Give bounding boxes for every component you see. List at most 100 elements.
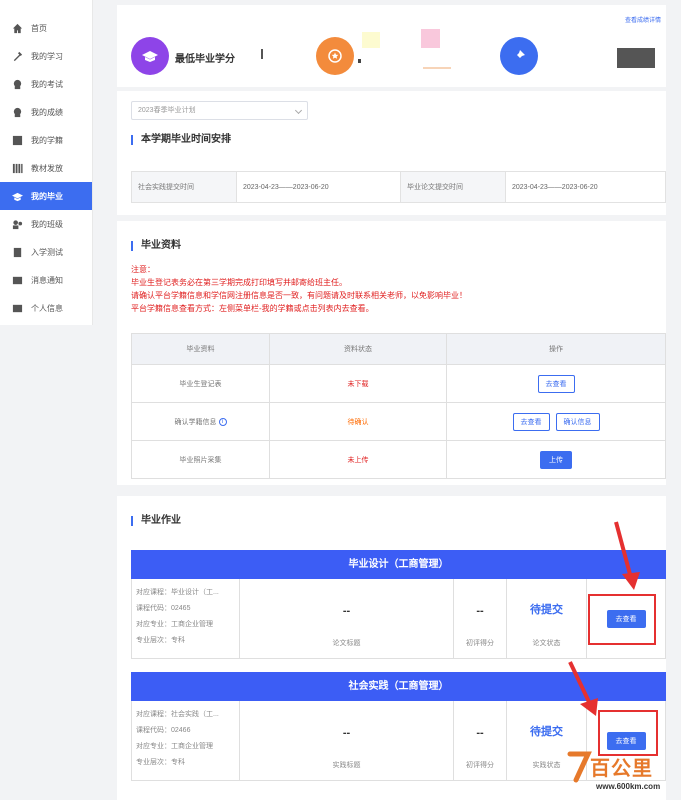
redacted-value [261, 49, 263, 59]
sidebar-item-label: 教材发放 [31, 163, 63, 173]
sidebar-item-study[interactable]: 我的学习 [0, 42, 92, 70]
sidebar-item-profile[interactable]: 个人信息 [0, 294, 92, 322]
topic-label: 论文标题 [332, 640, 361, 647]
upload-button[interactable]: 上传 [540, 450, 572, 469]
sidebar-item-test[interactable]: 入学测试 [0, 238, 92, 266]
plan-badge [500, 37, 538, 75]
thesis-label: 毕业论文提交时间 [401, 172, 506, 202]
record-icon [12, 135, 23, 146]
user-mail-icon [12, 303, 23, 314]
class-icon [12, 219, 23, 230]
table-row: 确认学籍信息 i 待确认 去查看 确认信息 [131, 402, 666, 441]
highlight-box [588, 594, 656, 645]
sidebar-item-graduation[interactable]: 我的毕业 [0, 182, 92, 210]
material-name: 确认学籍信息 i [131, 402, 270, 441]
course-info: 对应课程：社会实践（工... 课程代码：02466 对应专业：工商企业管理 专业… [132, 701, 240, 780]
practice-label: 社会实践提交时间 [132, 172, 237, 202]
course-major: 对应专业：工商企业管理 [136, 743, 213, 750]
sidebar-item-messages[interactable]: 消息通知 [0, 266, 92, 294]
sidebar-item-books[interactable]: 教材发放 [0, 154, 92, 182]
sidebar-item-label: 入学测试 [31, 247, 63, 257]
homework-card-heading: 毕业设计（工商管理） [131, 550, 666, 579]
sidebar-item-label: 消息通知 [31, 275, 63, 285]
watermark-brand: 百公里 [590, 758, 653, 780]
graduation-plan-panel: 2023春季毕业计划 本学期毕业时间安排 社会实践提交时间 2023-04-23… [117, 91, 666, 215]
materials-panel: 毕业资料 注意： 毕业生登记表务必在第三学期完成打印填写并邮寄给班主任。 请确认… [117, 221, 666, 485]
table-header-row: 毕业资料 资料状态 操作 [131, 333, 666, 365]
home-icon [12, 23, 23, 34]
sidebar-item-label: 我的学籍 [31, 135, 63, 145]
redacted-value [421, 29, 440, 48]
sidebar-item-class[interactable]: 我的班级 [0, 210, 92, 238]
view-button[interactable]: 去查看 [512, 412, 550, 431]
redacted-value [423, 67, 451, 69]
practice-range: 2023-04-23——2023-06-20 [237, 172, 401, 202]
sidebar-item-record[interactable]: 我的学籍 [0, 126, 92, 154]
material-actions: 上传 [446, 440, 666, 479]
topic-value: -- [342, 727, 351, 739]
column-header: 资料状态 [269, 333, 447, 365]
material-status: 未下载 [269, 364, 447, 403]
sidebar-item-label: 我的毕业 [31, 191, 63, 201]
notice-text: 注意： 毕业生登记表务必在第三学期完成打印填写并邮寄给班主任。 请确认平台学籍信… [131, 263, 467, 315]
sidebar-item-label: 我的考试 [31, 79, 63, 89]
credit-badge [316, 37, 354, 75]
schedule-title: 本学期毕业时间安排 [131, 135, 231, 145]
notice-line: 平台学籍信息查看方式：左侧菜单栏-我的学籍或点击列表内去查看。 [131, 304, 374, 313]
thesis-range: 2023-04-23——2023-06-20 [512, 183, 598, 191]
score-value: -- [476, 727, 484, 739]
sidebar: 首页 我的学习 我的考试 我的成绩 我的学籍 教材发放 我的毕业 我的班级 入学… [0, 0, 93, 325]
material-name: 毕业生登记表 [131, 364, 270, 403]
table-row: 毕业照片采集 未上传 上传 [131, 440, 666, 479]
view-score-details-link[interactable]: 查看成绩详情 [625, 15, 661, 24]
material-status: 未上传 [269, 440, 447, 479]
course-info: 对应课程：毕业设计（工... 课程代码：02465 对应专业：工商企业管理 专业… [132, 579, 240, 658]
arrow-annotation-icon [568, 661, 598, 716]
score-label: 初评得分 [466, 640, 494, 647]
tools-icon [12, 51, 23, 62]
material-name: 毕业照片采集 [131, 440, 270, 479]
material-name-text: 确认学籍信息 [174, 418, 217, 426]
graduation-cap-icon [12, 191, 23, 202]
notice-line: 毕业生登记表务必在第三学期完成打印填写并邮寄给班主任。 [131, 278, 347, 287]
topic-cell: -- 论文标题 [240, 579, 454, 658]
materials-table: 毕业资料 资料状态 操作 毕业生登记表 未下载 去查看 确认学籍信息 i 待确认 … [131, 333, 666, 479]
table-row: 毕业生登记表 未下载 去查看 [131, 364, 666, 403]
confirm-info-button[interactable]: 确认信息 [555, 412, 600, 431]
score-cell: -- 初评得分 [454, 701, 507, 780]
redacted-value [617, 48, 655, 68]
status-label: 论文状态 [532, 640, 561, 647]
watermark-logo: 百公里 www.600km.com [566, 748, 681, 800]
course-major: 对应专业：工商企业管理 [136, 621, 213, 628]
course-name: 对应课程：社会实践（工... [136, 711, 219, 718]
status-value: 待提交 [530, 604, 563, 616]
star-medal-icon [328, 49, 342, 63]
view-button[interactable]: 去查看 [537, 374, 575, 393]
min-credit-badge [131, 37, 169, 75]
mail-icon [12, 275, 23, 286]
score-icon [12, 107, 23, 118]
plan-select[interactable]: 2023春季毕业计划 [131, 101, 308, 120]
topic-value: -- [342, 605, 351, 617]
status-value: 待提交 [530, 726, 563, 738]
min-credit-label: 最低毕业学分 [175, 54, 235, 65]
course-level: 专业层次：专科 [136, 759, 185, 766]
exam-icon [12, 79, 23, 90]
pin-icon [514, 50, 525, 61]
material-actions: 去查看 [446, 364, 666, 403]
homework-card: 对应课程：毕业设计（工... 课程代码：02465 对应专业：工商企业管理 专业… [131, 579, 666, 659]
redacted-value [358, 59, 361, 63]
sidebar-item-home[interactable]: 首页 [0, 14, 92, 42]
info-icon[interactable]: i [218, 417, 227, 426]
homework-title: 毕业作业 [131, 516, 181, 526]
redacted-value [362, 32, 380, 48]
course-code: 课程代码：02465 [136, 605, 191, 612]
notice-line: 注意： [131, 265, 155, 274]
sidebar-item-label: 我的成绩 [31, 107, 63, 117]
summary-panel: 查看成绩详情 最低毕业学分 [117, 5, 666, 87]
books-icon [12, 163, 23, 174]
course-code: 课程代码：02466 [136, 727, 191, 734]
sidebar-item-exam[interactable]: 我的考试 [0, 70, 92, 98]
status-cell: 待提交 论文状态 [507, 579, 587, 658]
sidebar-item-score[interactable]: 我的成绩 [0, 98, 92, 126]
